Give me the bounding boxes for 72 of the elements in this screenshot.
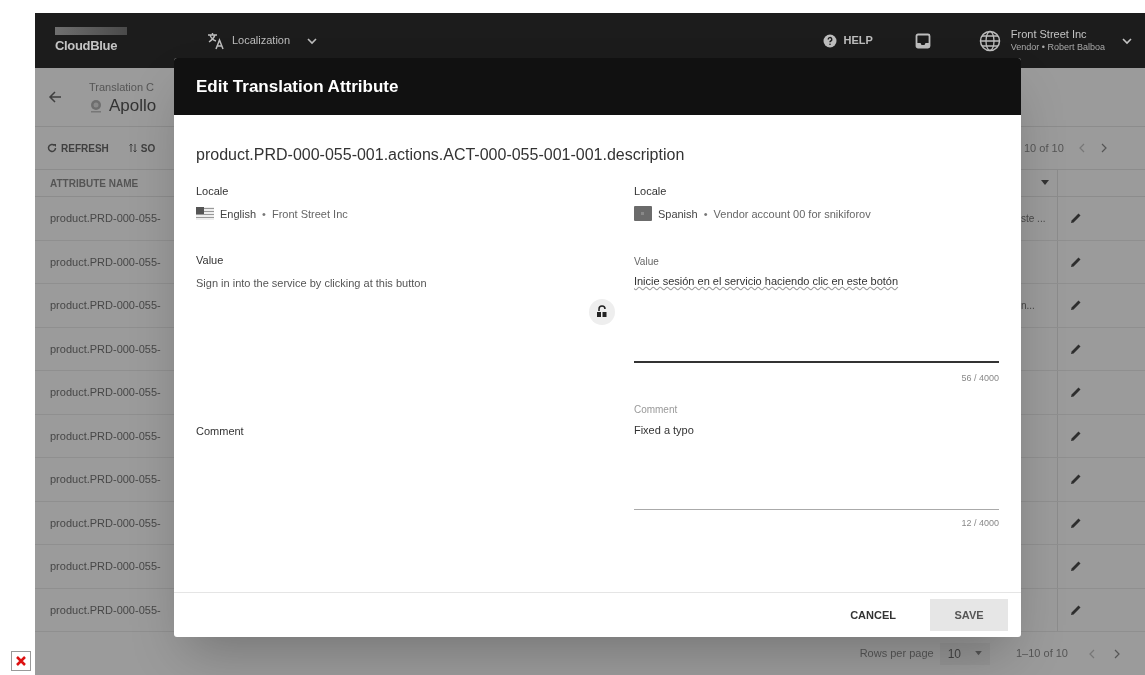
chevron-right-icon[interactable] xyxy=(1113,648,1121,659)
pencil-icon[interactable] xyxy=(1070,212,1082,225)
sort-icon xyxy=(128,143,137,153)
module-switcher[interactable]: Localization xyxy=(206,22,319,59)
separator-dot: • xyxy=(703,206,708,222)
page-title: Apollo xyxy=(109,95,157,118)
character-counter: 56 / 4000 xyxy=(961,372,999,385)
account-name: Vendor account 00 for snikiforov xyxy=(713,206,871,222)
table-cell-text: product.PRD-000-055- xyxy=(50,472,161,487)
character-counter: 12 / 4000 xyxy=(961,516,999,530)
back-arrow-icon[interactable] xyxy=(47,89,63,105)
refresh-button[interactable]: REFRESH xyxy=(47,140,109,156)
pencil-icon[interactable] xyxy=(1070,516,1082,529)
pencil-icon[interactable] xyxy=(1070,560,1082,573)
dropdown-caret-icon xyxy=(975,651,982,656)
us-flag-icon xyxy=(196,207,214,221)
comment-field[interactable]: Fixed a typo xyxy=(633,421,999,510)
table-cell-text: product.PRD-000-055- xyxy=(50,559,161,574)
source-value: Sign in into the service by clicking at this button xyxy=(196,275,428,291)
table-cell-text: product.PRD-000-055- xyxy=(50,602,161,618)
pencil-icon[interactable] xyxy=(1070,473,1082,486)
field-label: Comment xyxy=(196,424,245,439)
attribute-key: product.PRD-000-055-001.actions.ACT-000-055-001-001.description xyxy=(196,143,999,167)
table-cell-text: product.PRD-000-055- xyxy=(50,298,161,313)
value-field[interactable]: Inicie sesión en el servicio haciendo clic en este botón xyxy=(633,273,999,363)
rows-per-page-label: Rows per page xyxy=(859,646,934,662)
globe-icon xyxy=(978,29,1001,52)
pencil-icon[interactable] xyxy=(1070,342,1082,355)
field-label: Locale xyxy=(633,184,668,199)
dialog-title: Edit Translation Attribute xyxy=(196,75,399,98)
table-cell-text: product.PRD-000-055- xyxy=(50,211,161,226)
account-name: Front Street Inc xyxy=(271,206,348,222)
chevron-right-icon[interactable] xyxy=(1099,143,1108,153)
field-label: Value xyxy=(196,253,225,268)
help-icon xyxy=(823,33,838,48)
table-cell-text: product.PRD-000-055- xyxy=(50,428,161,444)
pencil-icon[interactable] xyxy=(1070,299,1082,312)
spain-flag-icon xyxy=(633,206,652,222)
table-cell-text: ste ... xyxy=(1021,211,1046,226)
language-name: Spanish xyxy=(657,206,698,222)
table-cell-text: product.PRD-000-055- xyxy=(50,515,161,531)
help-button[interactable]: HELP xyxy=(823,22,873,59)
broken-image-icon xyxy=(11,651,31,671)
unlock-button[interactable] xyxy=(588,299,615,325)
unlock-icon xyxy=(595,305,608,319)
inbox-icon[interactable] xyxy=(914,32,931,49)
cancel-button[interactable]: CANCEL xyxy=(842,599,904,631)
table-cell-text: product.PRD-000-055- xyxy=(50,385,161,400)
pagination-range: 10 of 10 xyxy=(1024,140,1064,156)
pagination-range: 1–10 of 10 xyxy=(1016,646,1068,662)
pencil-icon[interactable] xyxy=(1070,255,1082,268)
logo: CloudBlue xyxy=(55,27,131,54)
table-cell-text: product.PRD-000-055- xyxy=(50,254,161,270)
pencil-icon[interactable] xyxy=(1070,429,1082,442)
language-name: English xyxy=(220,206,257,222)
pencil-icon[interactable] xyxy=(1070,386,1082,399)
save-button[interactable]: SAVE xyxy=(930,599,1008,631)
pencil-icon[interactable] xyxy=(1070,603,1082,616)
refresh-icon xyxy=(47,143,57,153)
sort-caret-icon[interactable] xyxy=(1041,180,1049,186)
field-label: Locale xyxy=(196,184,230,199)
field-label: Value xyxy=(633,255,660,269)
field-label: Comment xyxy=(633,402,679,417)
product-logo-icon xyxy=(89,99,103,113)
table-cell-text: n... xyxy=(1021,298,1035,313)
account-role: Vendor • Robert Balboa xyxy=(1010,41,1105,53)
translate-icon xyxy=(206,30,226,51)
column-header: ATTRIBUTE NAME xyxy=(50,176,139,191)
account-name: Front Street Inc xyxy=(1010,28,1088,42)
table-cell-text: product.PRD-000-055- xyxy=(50,341,161,357)
separator-dot: • xyxy=(262,206,266,222)
sort-button[interactable]: SO xyxy=(128,140,156,156)
